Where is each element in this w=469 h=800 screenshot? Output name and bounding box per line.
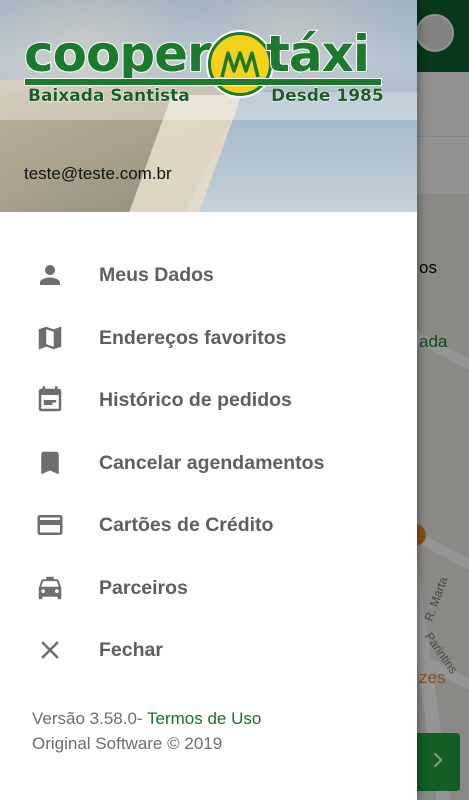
menu-item-historico-de-pedidos[interactable]: Histórico de pedidos	[0, 372, 417, 428]
user-email: teste@teste.com.br	[24, 164, 172, 183]
terms-of-use-link[interactable]: Termos de Uso	[143, 709, 261, 728]
menu-item-label: Parceiros	[99, 576, 188, 599]
taxi-icon	[33, 571, 67, 605]
logo-subtitle-right: Desde 1985	[271, 86, 385, 107]
copyright-text: Original Software © 2019	[32, 734, 223, 753]
menu-item-parceiros[interactable]: Parceiros	[0, 560, 417, 616]
menu-item-cancelar-agendamentos[interactable]: Cancelar agendamentos	[0, 435, 417, 491]
drawer-header: cooper táxi Baixada Santista Desde 1985 …	[0, 0, 417, 212]
menu-item-label: Cartões de Crédito	[99, 513, 274, 536]
menu-item-label: Histórico de pedidos	[99, 388, 292, 411]
credit-card-icon	[33, 508, 67, 542]
map-icon	[33, 321, 67, 355]
menu-item-label: Cancelar agendamentos	[99, 451, 325, 474]
logo-underline	[24, 78, 382, 86]
version-text: Versão 3.58.0-	[32, 709, 143, 728]
cooper-taxi-logo: cooper táxi Baixada Santista Desde 1985	[23, 25, 386, 116]
navigation-drawer: cooper táxi Baixada Santista Desde 1985 …	[0, 0, 417, 800]
menu-item-fechar[interactable]: Fechar	[0, 622, 417, 678]
menu-item-label: Meus Dados	[99, 263, 214, 286]
calendar-icon	[33, 383, 67, 417]
close-icon	[33, 633, 67, 667]
logo-subtitle-left: Baixada Santista	[28, 86, 191, 107]
logo-emblem-icon	[208, 32, 272, 96]
menu-item-label: Fechar	[99, 638, 163, 661]
menu-item-enderecos-favoritos[interactable]: Endereços favoritos	[0, 310, 417, 366]
person-icon	[33, 258, 67, 292]
logo-word-left: cooper	[23, 25, 213, 83]
menu-item-cartoes-de-credito[interactable]: Cartões de Crédito	[0, 497, 417, 553]
bookmark-icon	[33, 446, 67, 480]
logo-word-right: táxi	[265, 25, 371, 83]
menu-item-meus-dados[interactable]: Meus Dados	[0, 247, 417, 303]
drawer-footer: Versão 3.58.0- Termos de Uso Original So…	[32, 706, 261, 756]
version-line: Versão 3.58.0- Termos de Uso	[32, 706, 261, 731]
menu-item-label: Endereços favoritos	[99, 326, 287, 349]
